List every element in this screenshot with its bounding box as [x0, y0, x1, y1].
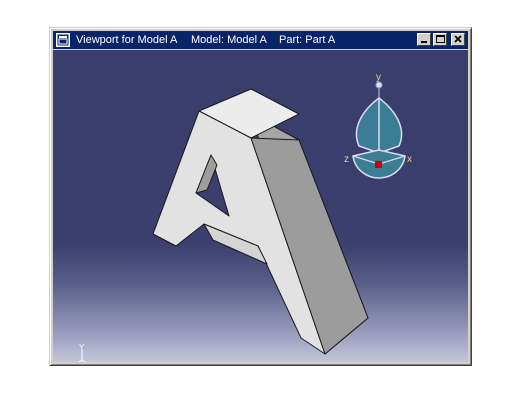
compass-x-label: x — [407, 154, 412, 165]
minimize-icon — [421, 41, 427, 43]
3d-viewport[interactable]: y z x Y Z X — [53, 50, 468, 362]
title-bar[interactable]: Viewport for Model A Model: Model A Part… — [53, 31, 468, 49]
maximize-button[interactable] — [433, 33, 447, 46]
compass-z-label: z — [344, 154, 349, 165]
title-model: Model: Model A — [191, 34, 267, 46]
minimize-button[interactable] — [417, 33, 431, 46]
view-compass[interactable]: y z x — [344, 72, 412, 179]
viewport-window-icon[interactable] — [56, 33, 70, 47]
viewport-window: Viewport for Model A Model: Model A Part… — [49, 27, 472, 366]
title-part: Part: Part A — [279, 34, 336, 46]
close-button[interactable] — [451, 33, 465, 46]
close-icon — [454, 35, 462, 43]
axis-y-label: Y — [79, 343, 85, 352]
viewport-canvas: y z x Y Z X — [78, 72, 412, 362]
compass-center-marker[interactable] — [375, 161, 382, 168]
model-letter-a[interactable] — [152, 88, 369, 355]
title-viewport: Viewport for Model A — [76, 34, 178, 46]
compass-y-label: y — [376, 72, 381, 83]
maximize-icon — [436, 35, 445, 43]
